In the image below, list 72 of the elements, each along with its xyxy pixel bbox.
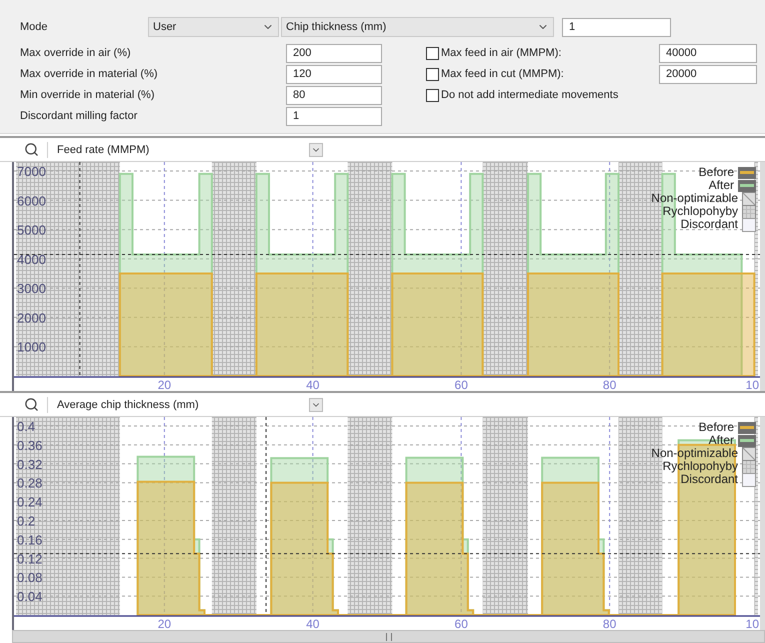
checkbox[interactable] [426,68,439,81]
x-tick-label: 40 [306,617,320,630]
legend-swatch [738,434,756,447]
mode-dropdown[interactable]: User [148,17,279,37]
legend-dots-icon [742,472,756,487]
y-tick-label: 0.32 [17,457,42,472]
option-label: Max feed in air (MMPM): [441,46,562,62]
legend-dots-icon [742,218,756,232]
legend-grid-icon [742,204,756,219]
legend-swatch [738,180,756,192]
x-tick-label: 20 [158,617,172,630]
legend-label: Rychlopohyby [662,205,738,218]
zoom-icon[interactable] [24,142,39,158]
series-selector-label[interactable]: Feed rate (MMPM) [57,142,309,158]
legend-label: Before [698,166,734,180]
y-tick-label: 1000 [17,340,46,356]
option-label: Max feed in cut (MMPM): [441,67,565,82]
y-tick-label: 5000 [17,222,46,238]
y-tick-label: 0.04 [17,589,42,604]
legend-swatch [738,422,756,434]
option-label: Do not add intermediate movements [441,88,620,104]
field-label: Max override in material (%) [20,67,159,82]
x-tick-label: 80 [602,378,616,392]
zoom-icon[interactable] [24,397,39,412]
dropdown-button[interactable] [309,142,323,157]
horizontal-scrollbar[interactable] [12,630,765,643]
input-field[interactable]: 120 [286,65,382,84]
y-tick-label: 0.28 [17,476,42,492]
legend-hatch-icon [742,192,756,206]
input-field[interactable]: 80 [286,86,382,105]
y-tick-label: 0.16 [17,532,42,548]
input-field[interactable]: 20000 [659,65,757,84]
legend-hatch-icon [742,446,756,461]
scroll-grip-icon [386,632,392,641]
input-field[interactable]: 1 [562,18,671,36]
input-field[interactable]: 200 [286,44,382,63]
y-tick-label: 6000 [17,194,46,209]
legend-label: Before [698,421,734,434]
x-tick-label: 60 [454,617,468,630]
y-tick-label: 0.24 [17,494,42,510]
x-tick-label: 80 [602,617,616,630]
y-tick-label: 2000 [17,310,46,326]
series-selector-label[interactable]: Average chip thickness (mm) [57,396,309,414]
legend-label: Discordant [680,218,738,232]
legend-label: After [708,434,734,448]
legend-swatch [738,166,756,179]
y-tick-label: 4000 [17,252,46,268]
y-tick-label: 3000 [17,281,46,296]
legend-label: After [708,179,734,192]
field-label: Discordant milling factor [20,109,138,124]
field-label: Min override in material (%) [20,88,156,104]
x-tick-label: 20 [158,378,172,392]
checkbox[interactable] [426,89,439,102]
y-tick-label: 0.4 [17,419,36,434]
x-tick-label: 40 [306,378,320,392]
dropdown-button[interactable] [309,398,323,412]
field-label: Max override in air (%) [20,46,132,62]
criterion-dropdown[interactable]: Chip thickness (mm) [281,17,554,37]
legend-grid-icon [742,460,756,474]
y-tick-label: 0.36 [17,438,42,454]
x-tick-label: 10 [746,378,759,392]
x-tick-label: 10 [746,617,759,630]
input-field[interactable]: 40000 [659,44,757,63]
checkbox[interactable] [426,47,439,60]
field-label: Mode [20,20,49,35]
y-tick-label: 0.08 [17,570,42,586]
y-tick-label: 0.12 [17,552,42,567]
input-field[interactable]: 1 [286,107,382,126]
x-tick-label: 60 [454,378,468,392]
y-tick-label: 7000 [17,164,46,180]
y-tick-label: 0.2 [17,514,36,529]
legend-label: Non-optimizable [651,192,738,206]
